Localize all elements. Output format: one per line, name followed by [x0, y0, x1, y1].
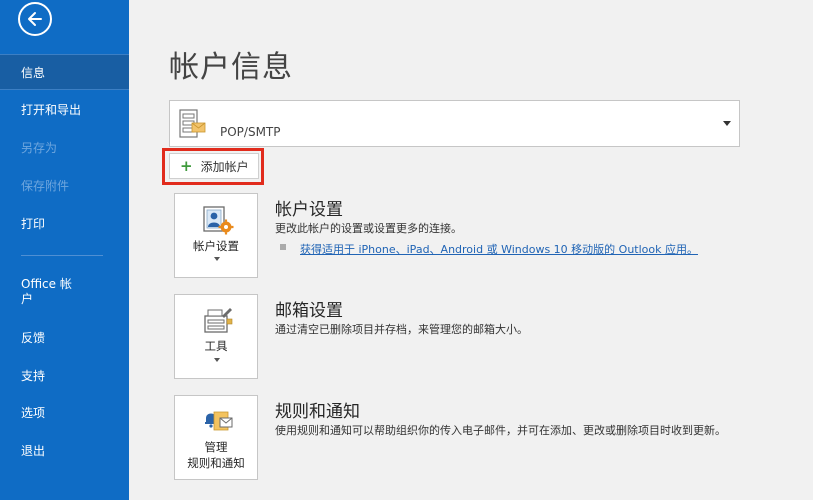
mail-account-icon	[179, 109, 206, 138]
account-settings-description: 更改此帐户的设置或设置更多的连接。	[275, 222, 462, 235]
outlook-mobile-link[interactable]: 获得适用于 iPhone、iPad、Android 或 Windows 10 移…	[300, 241, 698, 257]
nav-options[interactable]: 选项	[0, 395, 129, 431]
nav-save-attachments: 保存附件	[21, 179, 70, 193]
back-button[interactable]	[18, 2, 52, 36]
nav-divider	[21, 255, 103, 256]
nav-feedback[interactable]: 反馈	[0, 320, 129, 356]
rules-alerts-description: 使用规则和通知可以帮助组织你的传入电子邮件，并可在添加、更改或删除项目时收到更新…	[275, 424, 726, 437]
nav-exit[interactable]: 退出	[0, 433, 129, 469]
chevron-down-icon	[214, 358, 220, 362]
account-selector[interactable]: POP/SMTP	[169, 100, 740, 147]
mailbox-settings-description: 通过清空已删除项目并存档，来管理您的邮箱大小。	[275, 323, 528, 336]
chevron-down-icon	[723, 121, 731, 126]
backstage-sidebar: 信息 打开和导出 另存为 保存附件 打印 Office 帐户 反馈 支持 选项 …	[0, 0, 129, 500]
nav-office-account[interactable]: Office 帐户	[0, 274, 80, 310]
plus-icon: +	[180, 156, 193, 175]
nav-info[interactable]: 信息	[0, 54, 129, 90]
bullet-icon	[280, 244, 286, 250]
add-account-label: 添加帐户	[200, 159, 249, 174]
page-title: 帐户信息	[169, 50, 293, 85]
nav-open-export[interactable]: 打开和导出	[0, 92, 129, 128]
tools-tile-label: 工具	[204, 339, 228, 353]
chevron-down-icon	[214, 257, 220, 261]
account-settings-title: 帐户设置	[275, 200, 343, 220]
account-settings-icon	[203, 206, 234, 235]
nav-save-as: 另存为	[21, 141, 58, 155]
nav-print[interactable]: 打印	[0, 206, 129, 242]
back-arrow-icon	[28, 12, 42, 26]
account-settings-tile-label: 帐户设置	[193, 239, 239, 253]
manage-rules-tile[interactable]: 管理 规则和通知	[174, 395, 258, 480]
rules-alerts-icon	[205, 411, 233, 431]
tools-icon	[204, 308, 233, 333]
manage-rules-tile-label-2: 规则和通知	[187, 456, 245, 470]
tools-tile[interactable]: 工具	[174, 294, 258, 379]
add-account-button[interactable]: + 添加帐户	[169, 153, 259, 179]
rules-alerts-title: 规则和通知	[275, 402, 360, 422]
mailbox-settings-title: 邮箱设置	[275, 301, 343, 321]
manage-rules-tile-label-1: 管理	[204, 440, 228, 454]
nav-support[interactable]: 支持	[0, 358, 129, 394]
account-settings-tile[interactable]: 帐户设置	[174, 193, 258, 278]
account-selector-value: POP/SMTP	[220, 125, 281, 139]
